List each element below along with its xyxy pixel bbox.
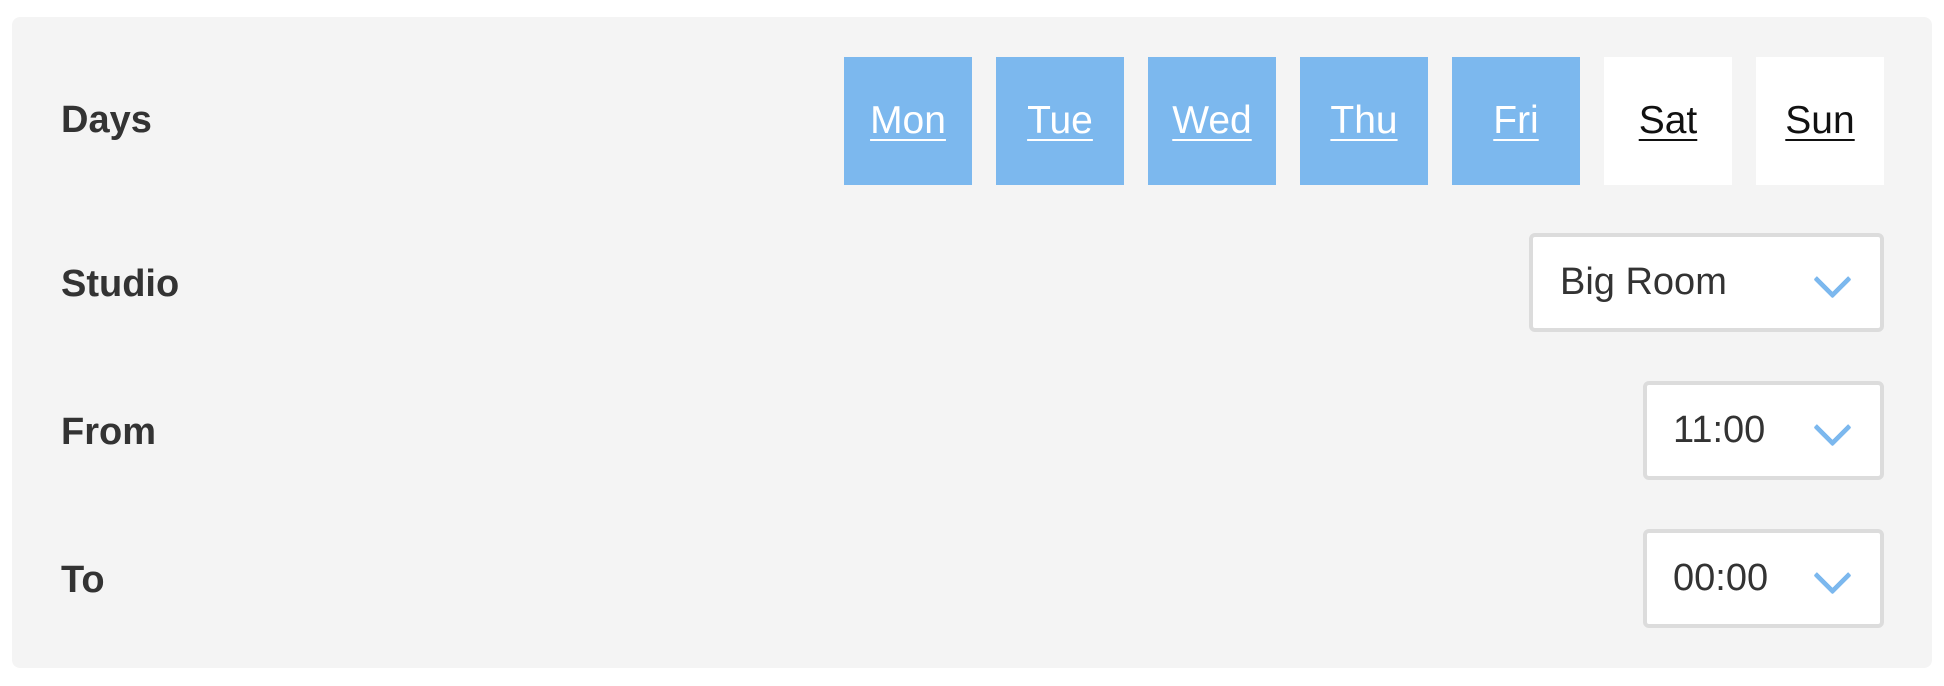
day-toggle-sun[interactable]: Sun — [1756, 57, 1884, 185]
to-time-value: 00:00 — [1673, 557, 1769, 599]
from-time-select[interactable]: 11:00 — [1643, 381, 1884, 480]
day-toggle-thu[interactable]: Thu — [1300, 57, 1428, 185]
from-time-value: 11:00 — [1673, 409, 1766, 451]
day-toggle-wed[interactable]: Wed — [1148, 57, 1276, 185]
schedule-form-panel: Days Mon Tue Wed Thu Fri Sat Sun Studio … — [12, 17, 1932, 668]
studio-select[interactable]: Big Room — [1529, 233, 1884, 332]
day-selector: Mon Tue Wed Thu Fri Sat Sun — [844, 57, 1884, 185]
from-label: From — [61, 411, 156, 453]
day-toggle-sat[interactable]: Sat — [1604, 57, 1732, 185]
chevron-down-icon — [1813, 407, 1852, 447]
days-label: Days — [61, 99, 152, 141]
studio-select-value: Big Room — [1560, 261, 1727, 303]
to-time-select[interactable]: 00:00 — [1643, 529, 1884, 628]
studio-label: Studio — [61, 263, 180, 305]
chevron-down-icon — [1813, 259, 1852, 299]
day-toggle-fri[interactable]: Fri — [1452, 57, 1580, 185]
chevron-down-icon — [1813, 555, 1852, 595]
day-toggle-mon[interactable]: Mon — [844, 57, 972, 185]
day-toggle-tue[interactable]: Tue — [996, 57, 1124, 185]
to-label: To — [61, 559, 105, 601]
